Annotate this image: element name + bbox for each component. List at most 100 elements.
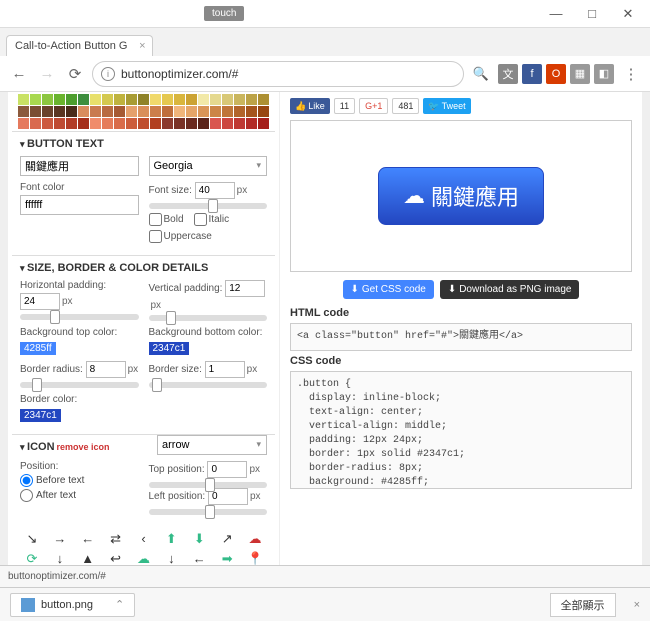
circle-down-icon[interactable]: ⬇ <box>187 531 211 547</box>
arrow-icon[interactable]: ↓ <box>159 551 183 565</box>
arrow-icon[interactable]: ← <box>187 551 211 565</box>
icon-picker[interactable]: ↘→←⇄‹⬆⬇↗☁ ⟳↓▲↩☁↓←➡📍 <box>12 527 275 565</box>
font-size-label: Font size: <box>149 185 192 196</box>
menu-button[interactable]: ⋮ <box>620 63 642 85</box>
ext-icon-2[interactable]: ◧ <box>594 64 614 84</box>
font-color-label: Font color <box>20 182 139 193</box>
facebook-ext-icon[interactable]: f <box>522 64 542 84</box>
extensions: 文 f O ▦ ◧ <box>498 64 614 84</box>
tweet-button[interactable]: 🐦 Tweet <box>423 98 470 114</box>
section-header[interactable]: SIZE, BORDER & COLOR DETAILS <box>20 262 267 274</box>
bradius-label: Border radius: <box>20 364 83 375</box>
top-pos-slider[interactable] <box>149 482 268 488</box>
hpad-slider[interactable] <box>20 314 139 320</box>
arrow-icon[interactable]: → <box>48 531 72 547</box>
icon-type-select[interactable]: arrow <box>157 435 267 455</box>
position-label: Position: <box>20 461 139 472</box>
button-text-input[interactable] <box>20 156 139 176</box>
tab-title: Call-to-Action Button G <box>15 40 128 52</box>
bsize-slider[interactable] <box>149 382 268 388</box>
html-code-header: HTML code <box>290 307 632 319</box>
arrow-icon[interactable]: ▲ <box>76 551 100 565</box>
maximize-button[interactable]: □ <box>574 3 610 25</box>
cloud-icon: ☁ <box>403 183 425 209</box>
status-bar: buttonoptimizer.com/# <box>0 565 650 587</box>
bgtop-value[interactable]: 4285ff <box>20 342 56 355</box>
left-pos-slider[interactable] <box>149 509 268 515</box>
cloud-up-icon[interactable]: ☁ <box>132 551 156 565</box>
file-icon <box>21 598 35 612</box>
vpad-slider[interactable] <box>149 315 268 321</box>
font-size-input[interactable] <box>195 182 235 199</box>
bcolor-value[interactable]: 2347c1 <box>20 409 61 422</box>
get-css-button[interactable]: ⬇ Get CSS code <box>343 280 434 299</box>
action-buttons: ⬇ Get CSS code ⬇ Download as PNG image <box>290 280 632 299</box>
html-code-box[interactable]: <a class="button" href="#">關鍵應用</a> <box>290 323 632 351</box>
section-icon: ICONremove icon arrow Position: Before t… <box>12 434 275 527</box>
download-item[interactable]: button.png ⌃ <box>10 593 135 617</box>
arrow-icon[interactable]: ↗ <box>215 531 239 547</box>
close-bar-icon[interactable]: × <box>634 599 640 611</box>
office-ext-icon[interactable]: O <box>546 64 566 84</box>
chevron-up-icon[interactable]: ⌃ <box>115 598 124 611</box>
bsize-input[interactable] <box>205 361 245 378</box>
window-titlebar: touch — □ ✕ <box>0 0 650 28</box>
minimize-button[interactable]: — <box>538 3 574 25</box>
gplus-button[interactable]: G+1 <box>359 98 388 114</box>
tab-close-icon[interactable]: × <box>139 40 145 52</box>
download-png-button[interactable]: ⬇ Download as PNG image <box>440 280 580 299</box>
arrow-icon[interactable]: ⇄ <box>104 531 128 547</box>
ext-icon[interactable]: ▦ <box>570 64 590 84</box>
bold-checkbox[interactable]: Bold <box>149 213 184 226</box>
back-button[interactable]: ← <box>8 63 30 85</box>
arrow-icon[interactable]: ← <box>76 531 100 547</box>
bradius-slider[interactable] <box>20 382 139 388</box>
show-all-button[interactable]: 全部顯示 <box>550 593 616 617</box>
browser-tab[interactable]: Call-to-Action Button G × <box>6 35 153 56</box>
arrow-icon[interactable]: ↩ <box>104 551 128 565</box>
browser-toolbar: ← → ⟳ i buttonoptimizer.com/# 🔍 文 f O ▦ … <box>0 56 650 92</box>
page-content: BUTTON TEXT Georgia Font color Font size… <box>0 92 650 565</box>
tab-strip: Call-to-Action Button G × <box>0 28 650 56</box>
uppercase-checkbox[interactable]: Uppercase <box>149 230 212 243</box>
fb-like-button[interactable]: 👍 Like <box>290 98 330 114</box>
close-button[interactable]: ✕ <box>610 3 646 25</box>
hpad-input[interactable] <box>20 293 60 310</box>
bgbot-label: Background bottom color: <box>149 327 268 338</box>
circle-right-icon[interactable]: ➡ <box>215 551 239 565</box>
bgbot-value[interactable]: 2347c1 <box>149 342 190 355</box>
info-icon[interactable]: i <box>101 67 115 81</box>
zoom-icon[interactable]: 🔍 <box>470 63 492 85</box>
fb-like-count: 11 <box>334 98 355 114</box>
translate-icon[interactable]: 文 <box>498 64 518 84</box>
pin-icon[interactable]: 📍 <box>243 551 267 565</box>
top-pos-input[interactable] <box>207 461 247 478</box>
arrow-icon[interactable]: ↓ <box>48 551 72 565</box>
italic-checkbox[interactable]: Italic <box>194 213 230 226</box>
after-text-radio[interactable]: After text <box>20 489 139 502</box>
css-code-box[interactable]: .button { display: inline-block; text-al… <box>290 371 632 489</box>
font-color-input[interactable] <box>20 195 139 215</box>
generated-button[interactable]: ☁ 關鍵應用 <box>378 167 544 225</box>
bradius-input[interactable] <box>86 361 126 378</box>
top-pos-label: Top position: <box>149 464 205 475</box>
cloud-down-icon[interactable]: ☁ <box>243 531 267 547</box>
font-size-slider[interactable] <box>149 203 268 209</box>
download-filename: button.png <box>41 599 93 611</box>
css-code-header: CSS code <box>290 355 632 367</box>
before-text-radio[interactable]: Before text <box>20 474 139 487</box>
address-bar[interactable]: i buttonoptimizer.com/# <box>92 61 464 87</box>
left-panel: BUTTON TEXT Georgia Font color Font size… <box>8 92 280 565</box>
vpad-input[interactable] <box>225 280 265 297</box>
refresh-icon[interactable]: ⟳ <box>20 551 44 565</box>
font-select[interactable]: Georgia <box>149 156 268 176</box>
section-header[interactable]: BUTTON TEXT <box>20 138 267 150</box>
arrow-icon[interactable]: ‹ <box>132 531 156 547</box>
color-palette[interactable] <box>12 92 275 131</box>
circle-up-icon[interactable]: ⬆ <box>159 531 183 547</box>
reload-button[interactable]: ⟳ <box>64 63 86 85</box>
arrow-icon[interactable]: ↘ <box>20 531 44 547</box>
url-text: buttonoptimizer.com/# <box>121 67 238 81</box>
forward-button[interactable]: → <box>36 63 58 85</box>
remove-icon-link[interactable]: remove icon <box>57 442 110 452</box>
